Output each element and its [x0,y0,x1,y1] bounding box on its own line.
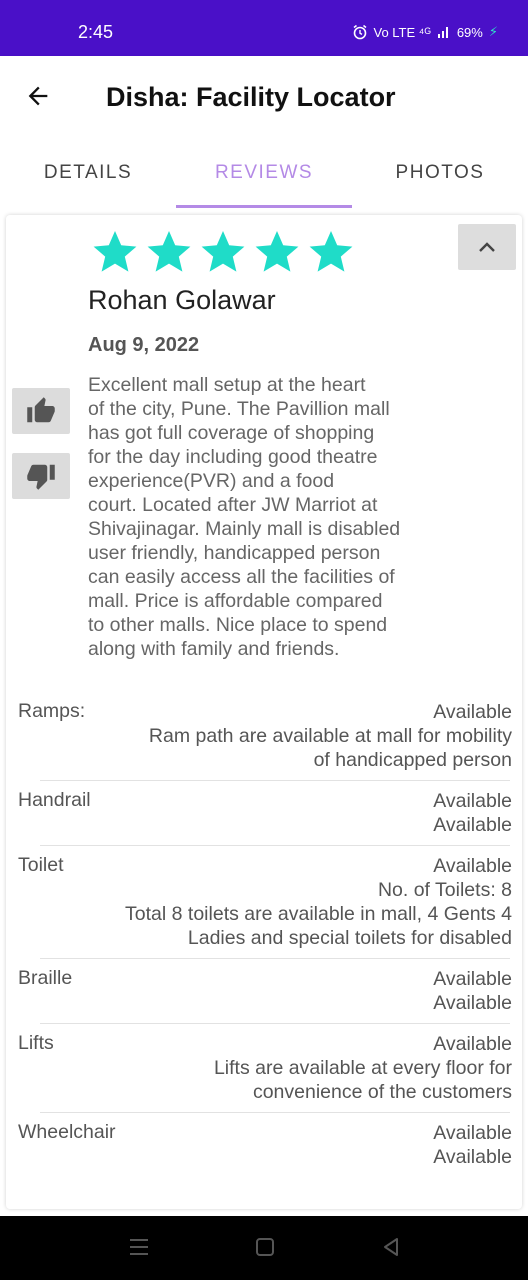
feature-detail: Available [433,1146,512,1168]
system-nav-bar [0,1216,528,1280]
divider [40,1112,510,1113]
feature-status: Available [433,855,512,877]
feature-values: Available Available [18,967,512,1015]
feature-name: Lifts [18,1032,54,1054]
feature-status: Available [433,968,512,990]
page-title: Disha: Facility Locator [106,82,396,112]
arrow-left-icon [28,86,48,106]
tab-details[interactable]: DETAILS [0,162,176,184]
status-bar: 2:45 Vo LTE ⁴ᴳ 69% ⚡ [0,0,528,56]
feature-braille: Braille Available Available [18,967,512,1015]
status-time: 2:45 [78,22,114,42]
review-text: Excellent mall setup at the heart of the… [88,373,438,661]
feature-wheelchair: Wheelchair Available Available [18,1121,512,1169]
status-icons: Vo LTE ⁴ᴳ 69% ⚡ [352,24,498,40]
feature-detail: Ram path are available at mall for mobil… [148,725,512,747]
review-text-line: can easily access all the facilities of [88,566,395,588]
feature-lifts: Lifts Available Lifts are available at e… [18,1032,512,1104]
divider [40,845,510,846]
feature-name: Ramps: [18,700,86,722]
divider [40,780,510,781]
feature-status: Available [433,1122,512,1144]
network-indicator: Vo LTE ⁴ᴳ [373,24,431,40]
feature-status: Available [433,701,512,723]
review-text-line: mall. Price is affordable compared [88,590,383,612]
charging-icon: ⚡ [488,24,498,39]
signal-icon [437,27,448,38]
review-text-line: of the city, Pune. The Pavillion mall [88,398,390,420]
review-text-line: has got full coverage of shopping [88,422,375,444]
feature-name: Wheelchair [18,1121,116,1143]
alarm-icon [353,24,366,40]
feature-name: Toilet [18,854,64,876]
feature-detail: Ladies and special toilets for disabled [187,927,512,949]
divider [40,958,510,959]
thumbs-down-icon [27,464,55,490]
like-button[interactable] [12,388,70,434]
star-icon [144,228,194,276]
feature-detail: Available [433,814,512,836]
review-date: Aug 9, 2022 [88,334,200,356]
feature-status: Available [433,790,512,812]
feature-detail: Total 8 toilets are available in mall, 4… [125,903,512,925]
feature-detail: Available [433,992,512,1014]
facility-list: Ramps: Available Ram path are available … [18,700,512,1169]
review-text-line: to other malls. Nice place to spend [88,614,388,636]
star-rating [90,228,356,276]
star-icon [198,228,248,276]
battery-percent: 69% [456,24,483,40]
home-icon[interactable] [254,1236,276,1258]
feature-values: Available Available [18,789,512,837]
divider [40,1023,510,1024]
feature-name: Braille [18,967,73,989]
tab-indicator [176,205,352,208]
feature-toilet: Toilet Available No. of Toilets: 8 Total… [18,854,512,950]
star-icon [252,228,302,276]
feature-ramps: Ramps: Available Ram path are available … [18,700,512,772]
review-text-line: court. Located after JW Marriot at [88,494,378,516]
tab-bar: DETAILS REVIEWS PHOTOS [0,138,528,210]
feature-name: Handrail [18,789,91,811]
feature-values: Available Ram path are available at mall… [18,700,512,772]
dislike-button[interactable] [12,453,70,499]
feature-handrail: Handrail Available Available [18,789,512,837]
review-text-line: Excellent mall setup at the heart [88,374,366,396]
star-icon [306,228,356,276]
back-button[interactable] [24,78,60,114]
review-text-line: along with family and friends. [88,638,340,660]
chevron-up-icon [479,242,495,252]
review-text-line: experience(PVR) and a food [88,470,335,492]
feature-values: Available Lifts are available at every f… [18,1032,512,1104]
feature-detail: convenience of the customers [252,1081,512,1103]
star-icon [90,228,140,276]
feature-detail: of handicapped person [313,749,512,771]
app-bar: Disha: Facility Locator [0,56,528,138]
tab-photos[interactable]: PHOTOS [352,162,528,184]
tab-reviews[interactable]: REVIEWS [176,162,352,184]
feature-status: Available [433,1033,512,1055]
review-text-line: Shivajinagar. Mainly mall is disabled [88,518,401,540]
feature-detail: Lifts are available at every floor for [213,1057,512,1079]
collapse-button[interactable] [458,224,516,270]
reviewer-name: Rohan Golawar [88,285,276,315]
thumbs-up-icon [27,397,55,423]
review-text-line: user friendly, handicapped person [88,542,381,564]
menu-icon[interactable] [128,1236,150,1258]
review-text-line: for the day including good theatre [88,446,378,468]
feature-detail: No. of Toilets: 8 [377,879,512,901]
feature-values: Available No. of Toilets: 8 Total 8 toil… [18,854,512,950]
back-nav-icon[interactable] [380,1236,402,1258]
